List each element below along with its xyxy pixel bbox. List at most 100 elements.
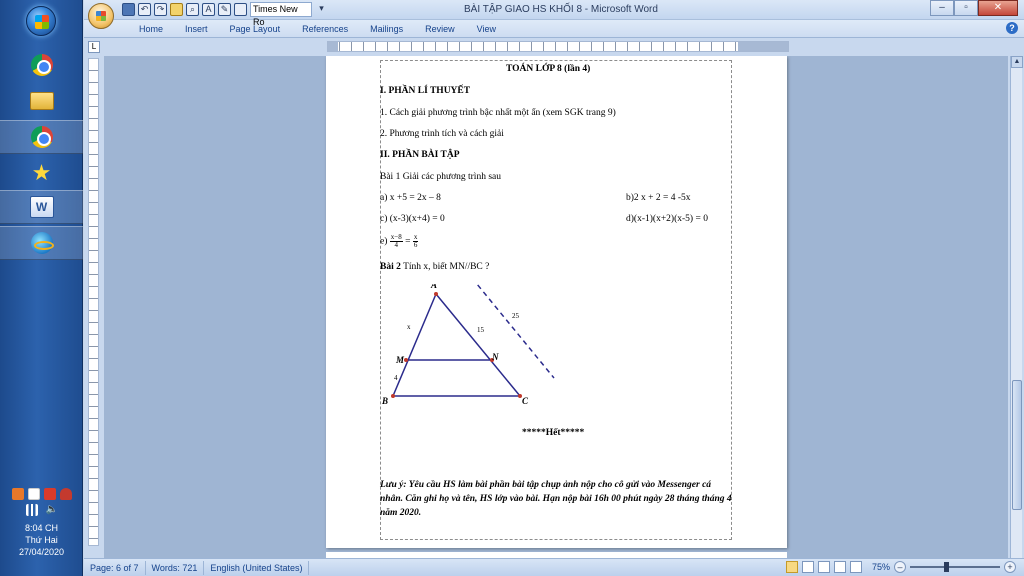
zoom-in-button[interactable]: + — [1004, 561, 1016, 573]
folder-icon — [29, 92, 54, 110]
section-theory: I. PHẦN LÍ THUYẾT — [380, 86, 471, 96]
equals-sign: = — [405, 236, 411, 247]
maximize-button[interactable]: ▫ — [954, 0, 978, 16]
customize-qat-icon[interactable]: ▾ — [315, 3, 328, 16]
clock-time: 8:04 CH — [24, 523, 59, 533]
label-a: A — [430, 284, 437, 290]
fraction-2: x6 — [412, 233, 419, 249]
tab-home[interactable]: Home — [128, 24, 174, 34]
side-ac — [435, 293, 521, 397]
signal-icon[interactable] — [25, 504, 38, 516]
theory-line-2: 2. Phương trình tích và cách giải — [380, 129, 504, 139]
end-marker: *****Hết***** — [522, 428, 585, 438]
dashed-line — [475, 284, 555, 379]
close-button[interactable]: ✕ — [978, 0, 1018, 16]
vertical-ruler[interactable] — [88, 58, 99, 546]
web-layout-icon[interactable] — [817, 561, 830, 573]
label-c: C — [522, 396, 529, 406]
fraction-1: x−8 4 — [389, 233, 403, 249]
triangle-figure: A B C M N x 15 4 25 — [381, 284, 555, 406]
equation-e-label: e) — [380, 236, 388, 247]
globe-icon — [30, 232, 54, 254]
tab-mailings[interactable]: Mailings — [359, 24, 414, 34]
zoom-icon[interactable]: ⌕ — [186, 3, 199, 16]
help-icon[interactable]: ? — [1006, 22, 1018, 34]
equation-b: b)2 x + 2 = 4 -5x — [626, 193, 691, 203]
section-exercises: II. PHẦN BÀI TẬP — [380, 150, 460, 160]
taskbar-chrome-beta[interactable] — [0, 48, 83, 82]
taskbar-word[interactable]: W — [0, 190, 83, 224]
scroll-up-button[interactable]: ▲ — [1011, 56, 1023, 68]
taskbar-favorites[interactable]: ★ — [0, 156, 83, 190]
zoom-level[interactable]: 75% — [872, 562, 890, 572]
label-n: N — [491, 352, 499, 362]
point-m — [404, 358, 408, 362]
equation-a: a) x +5 = 2x – 8 — [380, 193, 441, 203]
word-window: ↶ ↷ ⌕ A ✎ Times New Ro ▾ BÀI TẬP GIAO HS… — [84, 0, 1024, 576]
document-page[interactable]: TOÁN LỚP 8 (lần 4) I. PHẦN LÍ THUYẾT 1. … — [326, 56, 787, 548]
doc-heading: TOÁN LỚP 8 (lần 4) — [506, 64, 591, 74]
language-indicator[interactable]: English (United States) — [204, 560, 310, 575]
zoom-out-button[interactable]: – — [894, 561, 906, 573]
taskbar-app[interactable] — [0, 226, 83, 260]
title-bar: ↶ ↷ ⌕ A ✎ Times New Ro ▾ BÀI TẬP GIAO HS… — [84, 0, 1024, 29]
theory-line-1: 1. Cách giải phương trình bậc nhất một ẩ… — [380, 108, 616, 118]
font-name-box[interactable]: Times New Ro — [250, 2, 312, 27]
print-layout-icon[interactable] — [785, 561, 798, 573]
shield-icon[interactable] — [59, 488, 72, 500]
font-color-icon[interactable]: A — [202, 3, 215, 16]
page-count[interactable]: Page: 6 of 7 — [84, 560, 146, 575]
tab-references[interactable]: References — [291, 24, 359, 34]
office-button[interactable] — [88, 3, 114, 29]
minimize-button[interactable]: – — [930, 0, 954, 16]
horizontal-ruler[interactable] — [327, 41, 789, 52]
volume-icon[interactable]: 🔈 — [46, 504, 58, 516]
tab-view[interactable]: View — [466, 24, 507, 34]
window-title: BÀI TẬP GIAO HS KHỐI 8 - Microsoft Word — [464, 4, 658, 15]
exercise-2-label: Bài 2 — [380, 262, 401, 272]
status-bar: Page: 6 of 7 Words: 721 English (United … — [84, 558, 1024, 576]
clock-day: Thứ Hai — [25, 535, 58, 545]
print-icon[interactable] — [234, 3, 247, 16]
chrome-icon — [30, 54, 53, 76]
equation-d: d)(x-1)(x+2)(x-5) = 0 — [626, 214, 708, 224]
label-4: 4 — [394, 374, 398, 382]
word-count[interactable]: Words: 721 — [146, 560, 205, 575]
scroll-thumb[interactable] — [1012, 380, 1022, 510]
label-x: x — [407, 323, 411, 331]
format-painter-icon[interactable] — [170, 3, 183, 16]
start-button[interactable] — [26, 6, 56, 36]
flag-icon[interactable] — [27, 488, 40, 500]
tab-insert[interactable]: Insert — [174, 24, 219, 34]
label-m: M — [395, 355, 405, 365]
exercise-2-title: Bài 2 Tính x, biết MN//BC ? — [380, 262, 489, 272]
document-area: TOÁN LỚP 8 (lần 4) I. PHẦN LÍ THUYẾT 1. … — [104, 56, 1008, 558]
star-icon: ★ — [31, 160, 52, 185]
redo-icon[interactable]: ↷ — [154, 3, 167, 16]
undo-icon[interactable]: ↶ — [138, 3, 151, 16]
taskbar: ★ W 🔈 8:04 CH Thứ Hai 27/04/2020 — [0, 0, 83, 576]
clock-date: 27/04/2020 — [18, 547, 65, 557]
zoom-slider[interactable] — [910, 562, 1000, 572]
taskbar-explorer[interactable] — [0, 84, 83, 118]
equation-e: e) x−8 4 = x6 — [380, 233, 419, 249]
taskbar-chrome[interactable] — [0, 120, 83, 154]
tab-selector[interactable]: L — [88, 41, 100, 53]
tab-review[interactable]: Review — [414, 24, 466, 34]
app-tray-icon[interactable] — [11, 488, 24, 500]
vertical-scrollbar[interactable]: ▲ — [1010, 56, 1023, 558]
exercise-1-title: Bài 1 Giải các phương trình sau — [380, 172, 501, 182]
antivirus-icon[interactable] — [43, 488, 56, 500]
word-icon: W — [29, 196, 54, 218]
save-icon[interactable] — [122, 3, 135, 16]
taskbar-clock[interactable]: 8:04 CH Thứ Hai 27/04/2020 — [0, 522, 83, 558]
equation-c: c) (x-3)(x+4) = 0 — [380, 214, 445, 224]
edit-icon[interactable]: ✎ — [218, 3, 231, 16]
ribbon-tabs: Home Insert Page Layout References Maili… — [84, 20, 1024, 38]
full-screen-reading-icon[interactable] — [801, 561, 814, 573]
point-b — [391, 394, 395, 398]
draft-icon[interactable] — [849, 561, 862, 573]
label-b: B — [381, 396, 388, 406]
exercise-2-text: Tính x, biết MN//BC ? — [400, 262, 490, 272]
outline-icon[interactable] — [833, 561, 846, 573]
